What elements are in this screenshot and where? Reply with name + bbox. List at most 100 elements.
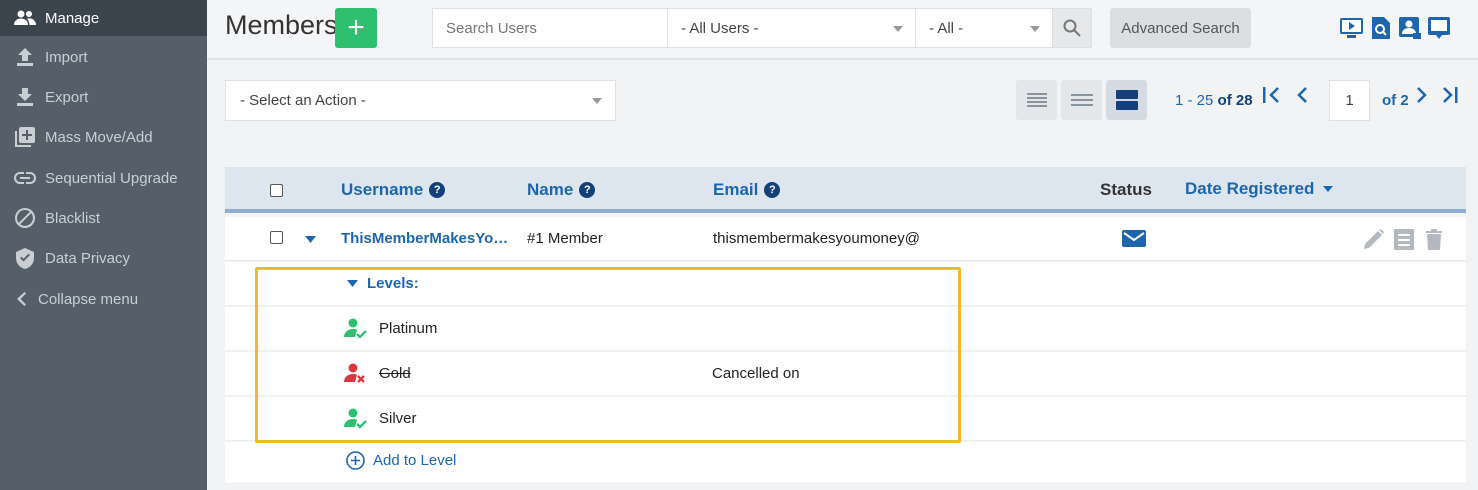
user-filter-select[interactable]: - All Users - bbox=[667, 8, 916, 48]
levels-label: Levels: bbox=[367, 275, 419, 292]
help-icon[interactable]: ? bbox=[579, 182, 596, 198]
caret-down-icon bbox=[893, 26, 903, 32]
sidebar-item-label: Mass Move/Add bbox=[45, 128, 153, 146]
add-member-button[interactable]: + bbox=[335, 8, 377, 48]
email-icon[interactable] bbox=[1122, 230, 1146, 247]
chevron-left-icon bbox=[14, 288, 28, 310]
member-email: thismembermakesyoumoney@ bbox=[713, 230, 920, 247]
sidebar-item-mass-move[interactable]: Mass Move/Add bbox=[0, 119, 207, 155]
column-date-registered-label: Date Registered bbox=[1185, 179, 1315, 198]
page-title: Members bbox=[225, 10, 338, 40]
caret-down-icon bbox=[1030, 26, 1040, 32]
row-checkbox[interactable] bbox=[270, 231, 283, 244]
caret-down-icon bbox=[347, 279, 358, 287]
sidebar-item-data-privacy[interactable]: Data Privacy bbox=[0, 240, 207, 276]
sidebar-collapse-menu[interactable]: Collapse menu bbox=[0, 281, 207, 317]
sidebar-item-manage[interactable]: Manage bbox=[0, 0, 207, 36]
bulk-action-value: - Select an Action - bbox=[240, 92, 366, 109]
expanded-list-icon bbox=[1115, 90, 1138, 110]
levels-toggle[interactable]: Levels: bbox=[347, 275, 419, 292]
search-button[interactable] bbox=[1052, 8, 1092, 48]
pager-total: of 28 bbox=[1217, 92, 1253, 109]
status-filter-select[interactable]: - All - bbox=[915, 8, 1053, 48]
chevron-right-icon bbox=[1417, 87, 1427, 103]
column-date-registered[interactable]: Date Registered bbox=[1185, 179, 1334, 199]
user-profile-icon[interactable] bbox=[1398, 16, 1421, 39]
page-number-input[interactable] bbox=[1329, 80, 1370, 121]
users-icon bbox=[14, 7, 36, 29]
header-tools bbox=[1340, 16, 1450, 39]
prev-page-button[interactable] bbox=[1297, 86, 1307, 109]
user-cancelled-icon bbox=[344, 363, 365, 383]
help-icon[interactable]: ? bbox=[764, 182, 781, 198]
page-header: Members + - All Users - - All - Advanced… bbox=[207, 0, 1478, 60]
add-to-level-button[interactable]: Add to Level bbox=[346, 451, 456, 470]
upload-icon bbox=[14, 46, 36, 68]
ban-icon bbox=[14, 207, 36, 229]
level-name: Platinum bbox=[379, 320, 438, 337]
caret-down-icon[interactable] bbox=[305, 236, 316, 244]
expanded-view-button[interactable] bbox=[1106, 80, 1147, 120]
level-row-platinum: Platinum bbox=[225, 307, 1466, 351]
plus-icon: + bbox=[347, 11, 365, 44]
search-icon bbox=[1063, 19, 1081, 37]
sidebar-item-import[interactable]: Import bbox=[0, 39, 207, 75]
sidebar-item-export[interactable]: Export bbox=[0, 79, 207, 115]
table-row: ThisMemberMakesYo… #1 Member thismemberm… bbox=[225, 217, 1466, 261]
trash-icon[interactable] bbox=[1426, 229, 1442, 250]
pager-pages: of 2 bbox=[1382, 92, 1409, 109]
level-name: Silver bbox=[379, 410, 417, 427]
video-tutorial-icon[interactable] bbox=[1340, 16, 1363, 39]
sidebar-item-label: Manage bbox=[45, 9, 100, 27]
sidebar: Manage Import Export Mass Move/Add Seque… bbox=[0, 0, 207, 490]
sidebar-item-label: Collapse menu bbox=[38, 290, 139, 308]
pager-range-value: 1 - 25 bbox=[1175, 92, 1214, 109]
first-page-button[interactable] bbox=[1263, 86, 1281, 109]
sidebar-item-label: Import bbox=[45, 48, 88, 66]
member-name: #1 Member bbox=[527, 230, 603, 247]
advanced-search-button[interactable]: Advanced Search bbox=[1110, 8, 1251, 48]
last-page-icon bbox=[1443, 87, 1458, 103]
sidebar-item-sequential-upgrade[interactable]: Sequential Upgrade bbox=[0, 160, 207, 196]
sidebar-item-blacklist[interactable]: Blacklist bbox=[0, 200, 207, 236]
column-email-label: Email bbox=[713, 180, 759, 199]
column-status-label: Status bbox=[1100, 180, 1152, 199]
level-name: Gold bbox=[379, 365, 411, 382]
sidebar-item-label: Blacklist bbox=[45, 209, 101, 227]
list-view-button[interactable] bbox=[1061, 80, 1102, 120]
sidebar-item-label: Sequential Upgrade bbox=[45, 169, 178, 187]
list-icon bbox=[1070, 94, 1093, 106]
status-filter-value: - All - bbox=[929, 19, 964, 37]
link-icon bbox=[14, 167, 36, 189]
last-page-button[interactable] bbox=[1441, 86, 1459, 109]
column-status: Status bbox=[1100, 180, 1152, 200]
user-check-icon bbox=[344, 318, 367, 339]
column-email[interactable]: Email ? bbox=[713, 180, 781, 200]
document-search-icon[interactable] bbox=[1369, 16, 1392, 39]
list-compact-icon bbox=[1026, 93, 1047, 107]
levels-header-row: Levels: bbox=[225, 262, 1466, 306]
chat-support-icon[interactable] bbox=[1427, 16, 1450, 39]
bulk-action-select[interactable]: - Select an Action - bbox=[225, 80, 616, 121]
sidebar-item-label: Data Privacy bbox=[45, 249, 131, 267]
user-check-icon bbox=[344, 408, 367, 429]
user-filter-value: - All Users - bbox=[681, 19, 759, 37]
edit-pencil-icon[interactable] bbox=[1364, 229, 1384, 249]
plus-circle-icon bbox=[346, 451, 365, 470]
column-name[interactable]: Name ? bbox=[527, 180, 596, 200]
download-icon bbox=[14, 86, 36, 108]
select-all-checkbox[interactable] bbox=[270, 184, 283, 197]
chevron-left-icon bbox=[1297, 87, 1307, 103]
column-username-label: Username bbox=[341, 180, 424, 199]
search-users-input[interactable] bbox=[432, 8, 669, 48]
column-username[interactable]: Username ? bbox=[341, 180, 446, 200]
help-icon[interactable]: ? bbox=[429, 182, 446, 198]
notes-icon[interactable] bbox=[1394, 229, 1414, 250]
member-username-link[interactable]: ThisMemberMakesYo… bbox=[341, 230, 508, 247]
compact-view-button[interactable] bbox=[1016, 80, 1057, 120]
members-table-header: Username ? Name ? Email ? Status Date Re… bbox=[225, 167, 1466, 213]
add-to-level-label: Add to Level bbox=[373, 452, 457, 469]
next-page-button[interactable] bbox=[1417, 86, 1427, 109]
pager-range: 1 - 25 of 28 bbox=[1175, 92, 1253, 109]
level-row-silver: Silver bbox=[225, 397, 1466, 441]
